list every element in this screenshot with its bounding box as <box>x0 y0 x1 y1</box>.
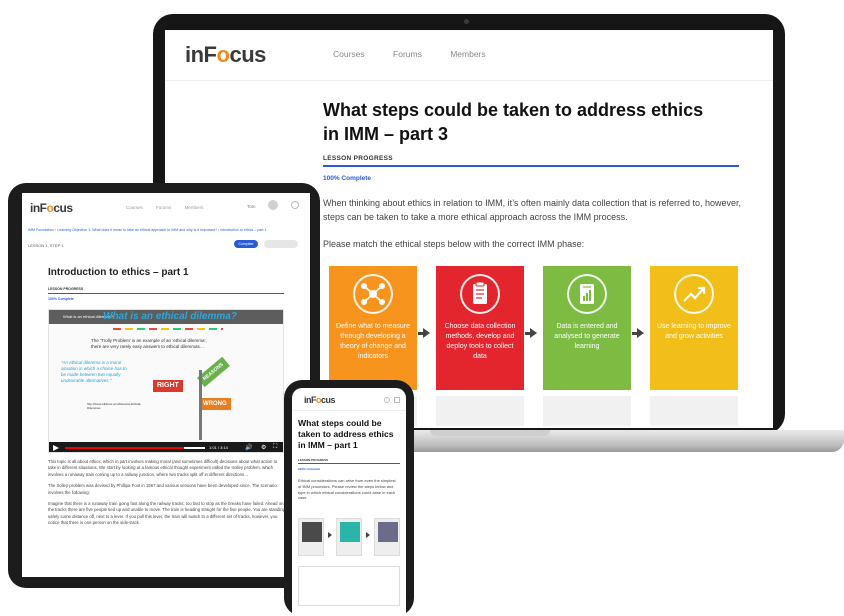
lesson-progress-fill <box>48 293 284 294</box>
phase-card-text: Data is entered and analysed to generate… <box>554 323 620 350</box>
video-seek-fill <box>65 447 184 449</box>
phase-card-improve[interactable]: Use learning to improve and grow activit… <box>650 266 738 426</box>
drop-zone[interactable] <box>650 396 738 426</box>
tablet-screen: inFocus Courses Forums Members Tom IMM F… <box>22 193 310 577</box>
arrow-right-icon <box>525 328 537 338</box>
step-image-cards <box>298 518 400 562</box>
answer-textbox[interactable] <box>298 566 400 606</box>
step-card[interactable] <box>374 518 400 556</box>
header-divider <box>165 80 773 81</box>
nav-members[interactable]: Members <box>185 205 204 210</box>
complete-button[interactable]: Complete <box>234 240 258 248</box>
lesson-progress-text: 100% Complete <box>48 297 74 301</box>
lesson-progress-text: 100% Complete <box>323 175 372 182</box>
lesson-progress-text: 100% Complete <box>298 467 321 471</box>
fullscreen-icon[interactable]: ⛶ <box>273 444 277 451</box>
close-icon[interactable] <box>291 201 299 209</box>
page-title: Introduction to ethics – part 1 <box>48 267 189 278</box>
nav-courses[interactable]: Courses <box>126 205 143 210</box>
help-icon[interactable] <box>384 397 390 403</box>
laptop-camera <box>464 19 469 24</box>
lesson-progress-label: LESSON PROGRESS <box>48 287 84 291</box>
phase-card-text: Define what to measure through developin… <box>336 323 410 360</box>
drop-zone[interactable] <box>436 396 524 426</box>
video-slide-title: What is an ethical dilemma? <box>103 311 237 322</box>
main-nav: Courses Forums Members <box>333 49 512 59</box>
lesson-body: This topic is all about ethics, which in… <box>48 459 286 532</box>
arrow-right-icon <box>418 328 430 338</box>
video-time: 1:01 / 3:14 <box>209 445 228 450</box>
video-link: http://www.wikihow.com/Resolve-Ethical-D… <box>87 402 142 410</box>
lesson-progress-label: LESSON PROGRESS <box>323 155 393 162</box>
video-definition: “An ethical dilemma is a moral situation… <box>61 360 127 383</box>
body-paragraph: Imagine that there is a runaway train go… <box>48 501 286 526</box>
document-chart-icon <box>567 274 607 314</box>
lesson-progress-bar <box>48 293 284 294</box>
drop-zone[interactable] <box>543 396 631 426</box>
brand-logo[interactable]: inFocus <box>30 201 73 215</box>
phase-card-text: Use learning to improve and grow activit… <box>657 323 731 340</box>
avatar[interactable] <box>268 200 278 210</box>
presentation-scene-icon <box>378 522 398 542</box>
device-mockup-scene: inFocus Courses Forums Members What step… <box>0 0 844 616</box>
intro-paragraph: When thinking about ethics in relation t… <box>323 198 742 222</box>
sign-wrong: WRONG <box>199 398 231 410</box>
sign-pole <box>199 370 202 440</box>
video-controls: 1:01 / 3:14 🔊 ⚙ ⛶ <box>49 442 283 452</box>
breadcrumb[interactable]: IMM Foundation › Learning Objective 1: W… <box>28 228 308 232</box>
phase-card-text: Choose data collection methods, develop … <box>444 323 516 360</box>
volume-icon[interactable]: 🔊 <box>245 444 252 451</box>
arrow-right-icon <box>632 328 644 338</box>
phase-card-analyse[interactable]: Data is entered and analysed to generate… <box>543 266 631 426</box>
network-icon <box>353 274 393 314</box>
nav-forums[interactable]: Forums <box>156 205 171 210</box>
lesson-nav-pill[interactable] <box>264 240 298 248</box>
laptop-notch <box>430 430 550 436</box>
meeting-scene-icon <box>302 522 322 542</box>
sign-right: RIGHT <box>153 380 183 392</box>
arrow-right-icon <box>366 532 370 538</box>
lesson-progress-label: LESSON PROGRESS <box>298 458 329 462</box>
page-title: What steps could be taken to address eth… <box>298 418 394 450</box>
play-icon[interactable] <box>53 445 59 451</box>
video-quote: The ‘Trolly Problem’ is an example of an… <box>91 338 207 349</box>
phase-card-collect[interactable]: Choose data collection methods, develop … <box>436 266 524 426</box>
video-seekbar[interactable] <box>65 447 205 449</box>
decorative-bars <box>113 328 223 330</box>
body-paragraph: The trolley problem was devised by Phill… <box>48 483 277 495</box>
arrow-right-icon <box>328 532 332 538</box>
step-card[interactable] <box>298 518 324 556</box>
lesson-progress-bar <box>323 165 739 167</box>
nav-members[interactable]: Members <box>450 49 485 59</box>
page-title: What steps could be taken to address eth… <box>323 100 704 144</box>
video-player[interactable]: What is an ethical dilemma? What is an e… <box>48 309 284 453</box>
body-paragraph: This topic is all about ethics, which in… <box>48 459 278 477</box>
lesson-step: LESSON 1, STEP 1 <box>28 243 64 248</box>
phase-card-define[interactable]: Define what to measure through developin… <box>329 266 417 426</box>
main-nav: Courses Forums Members <box>126 205 215 210</box>
intro-paragraph: Ethical considerations can arise from ev… <box>298 478 396 501</box>
nav-courses[interactable]: Courses <box>333 49 365 59</box>
phone-survey-icon <box>340 522 360 542</box>
menu-icon[interactable] <box>394 397 400 403</box>
brand-logo[interactable]: inFocus <box>304 395 336 405</box>
instruction-text: Please match the ethical steps below wit… <box>323 239 585 249</box>
step-card[interactable] <box>336 518 362 556</box>
phone-screen: inFocus What steps could be taken to add… <box>292 388 406 616</box>
lesson-progress-bar <box>298 463 400 464</box>
user-name[interactable]: Tom <box>247 204 256 209</box>
brand-logo[interactable]: inFocus <box>185 42 266 68</box>
nav-forums[interactable]: Forums <box>393 49 422 59</box>
lesson-progress-fill <box>323 165 739 167</box>
clipboard-icon <box>460 274 500 314</box>
lesson-progress-fill <box>298 463 400 464</box>
trend-up-icon <box>674 274 714 314</box>
settings-icon[interactable]: ⚙ <box>261 444 266 451</box>
laptop-header: inFocus Courses Forums Members <box>165 30 773 80</box>
header-divider <box>292 410 406 411</box>
